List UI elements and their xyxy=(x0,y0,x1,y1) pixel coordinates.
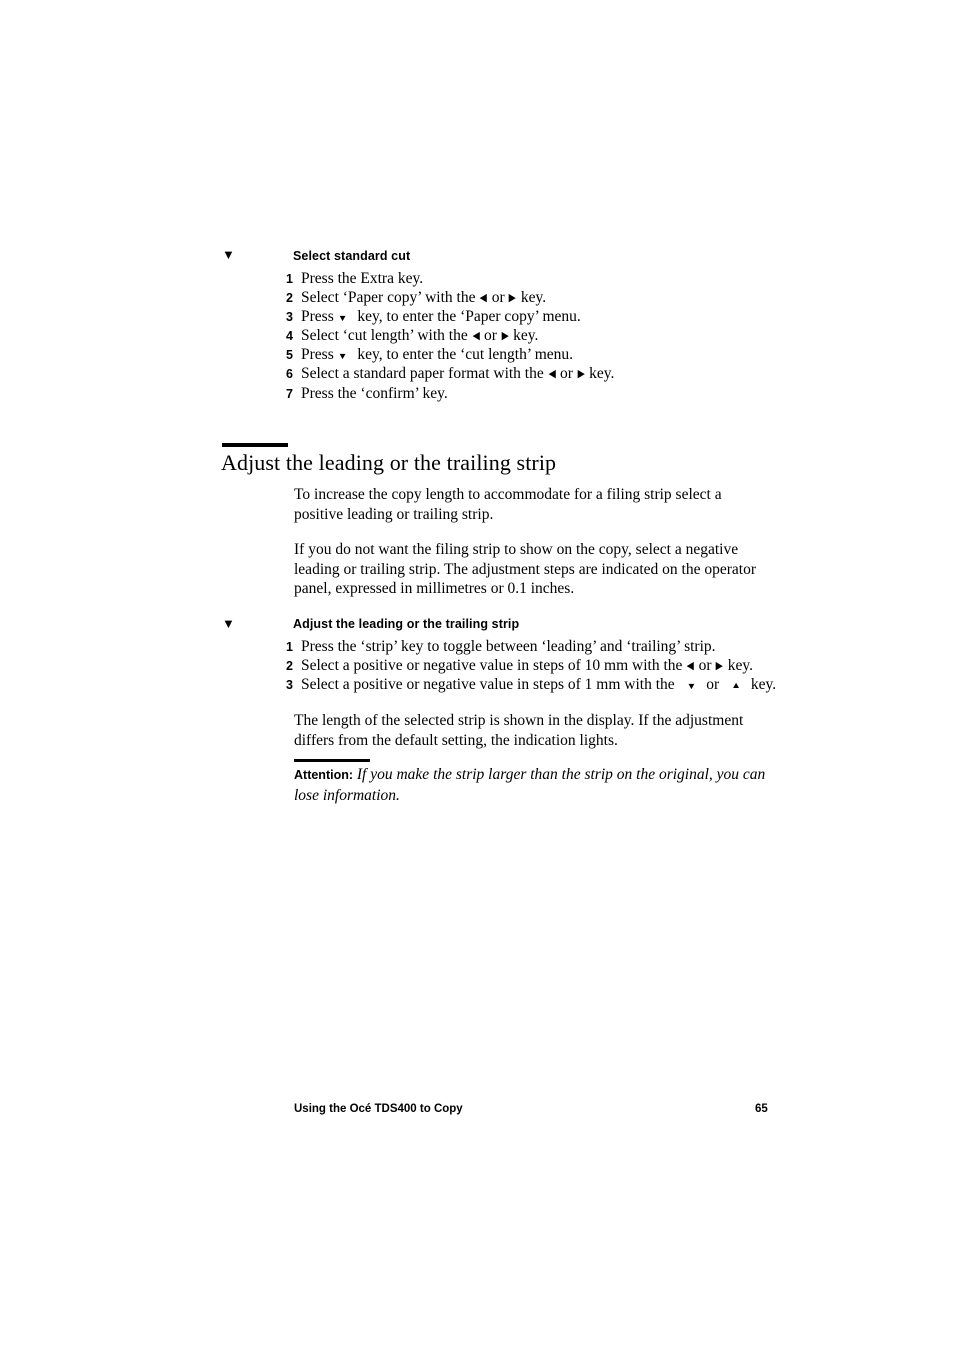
arrow-up-icon: ▲ xyxy=(731,680,741,691)
step-number: 2 xyxy=(286,291,293,305)
step-number: 4 xyxy=(286,329,293,343)
arrow-right-icon: ▶ xyxy=(509,292,517,304)
procedure-marker-icon: ▼ xyxy=(222,247,235,262)
step-text: Press the Extra key. xyxy=(301,270,424,287)
step-item: 2 Select ‘Paper copy’ with the ◀ or ▶ key… xyxy=(279,289,546,307)
step-text-mid: or xyxy=(483,327,497,344)
step-number: 1 xyxy=(286,640,293,654)
footer-page-number: 65 xyxy=(755,1103,768,1115)
step-text: Press xyxy=(301,308,334,325)
step-number: 6 xyxy=(286,367,293,381)
arrow-right-icon: ▶ xyxy=(716,660,724,672)
step-text-post: key. xyxy=(727,657,753,674)
step-text: Select a positive or negative value in s… xyxy=(301,657,683,674)
step-text-post: key. xyxy=(589,365,615,382)
step-number: 2 xyxy=(286,659,293,673)
step-text-mid: or xyxy=(706,676,720,693)
step-text-post: key, to enter the ‘cut length’ menu. xyxy=(357,346,574,363)
procedure-title-adjust-strip: Adjust the leading or the trailing strip xyxy=(293,617,520,631)
step-text-post: key, to enter the ‘Paper copy’ menu. xyxy=(357,308,581,325)
step-item: 6 Select a standard paper format with the… xyxy=(279,365,614,383)
step-text-post: key. xyxy=(750,676,777,693)
paragraph-3: The length of the selected strip is show… xyxy=(294,712,744,749)
heading-rule xyxy=(222,443,288,447)
arrow-left-icon: ◀ xyxy=(548,368,556,380)
arrow-left-icon: ◀ xyxy=(472,330,480,342)
step-text: Select a positive or negative value in s… xyxy=(301,676,675,693)
step-text-mid: or xyxy=(491,289,505,306)
attention-note: Attention: If you make the strip larger … xyxy=(294,765,772,805)
arrow-down-icon: ▼ xyxy=(686,681,697,692)
paragraph-1: To increase the copy length to accommoda… xyxy=(294,486,722,523)
procedure-marker-icon: ▼ xyxy=(222,616,235,631)
step-item: 2 Select a positive or negative value in … xyxy=(279,657,753,675)
step-text: Press xyxy=(301,346,334,363)
step-text: Select a standard paper format with the xyxy=(301,365,544,382)
footer-document-title: Using the Océ TDS400 to Copy xyxy=(294,1103,463,1115)
arrow-left-icon: ◀ xyxy=(479,292,488,304)
step-number: 7 xyxy=(286,387,293,401)
attention-text: If you make the strip larger than the st… xyxy=(294,766,766,804)
step-text: Press the ‘strip’ key to toggle between … xyxy=(301,638,716,655)
procedure-title-select-standard-cut: Select standard cut xyxy=(293,249,411,263)
attention-label: Attention: xyxy=(294,768,354,782)
paragraph-2: If you do not want the filing strip to s… xyxy=(294,541,756,597)
step-item: 1 Press the ‘strip’ key to toggle between… xyxy=(279,638,716,656)
step-text: Select ‘cut length’ with the xyxy=(301,327,468,344)
step-item: 5 Press ▼ key, to enter the ‘cut length’ … xyxy=(279,346,573,364)
attention-rule xyxy=(294,759,370,762)
step-text-post: key. xyxy=(520,289,547,306)
step-number: 3 xyxy=(286,678,293,692)
step-number: 3 xyxy=(286,310,293,324)
arrow-right-icon: ▶ xyxy=(577,368,585,380)
step-text-post: key. xyxy=(513,327,539,344)
step-number: 1 xyxy=(286,272,293,286)
step-item: 4 Select ‘cut length’ with the ◀ or ▶ key… xyxy=(279,327,538,345)
step-item: 3 Press ▼ key, to enter the ‘Paper copy’ … xyxy=(279,308,581,326)
step-text: Select ‘Paper copy’ with the xyxy=(301,289,476,306)
page-title: Adjust the leading or the trailing strip xyxy=(221,450,557,475)
step-item: 7 Press the ‘confirm’ key. xyxy=(279,385,448,403)
step-text-mid: or xyxy=(559,365,573,382)
step-item: 1 Press the Extra key. xyxy=(279,270,423,288)
document-page: ▼ Select standard cut 1 Press the Extra k… xyxy=(0,0,954,1351)
arrow-left-icon: ◀ xyxy=(686,660,695,672)
arrow-down-icon: ▼ xyxy=(337,351,348,362)
arrow-right-icon: ▶ xyxy=(501,330,509,342)
step-text: Press the ‘confirm’ key. xyxy=(301,385,448,402)
arrow-down-icon: ▼ xyxy=(337,313,348,324)
step-item: 3 Select a positive or negative value in … xyxy=(279,676,776,694)
step-text-mid: or xyxy=(698,657,712,674)
step-number: 5 xyxy=(286,348,293,362)
